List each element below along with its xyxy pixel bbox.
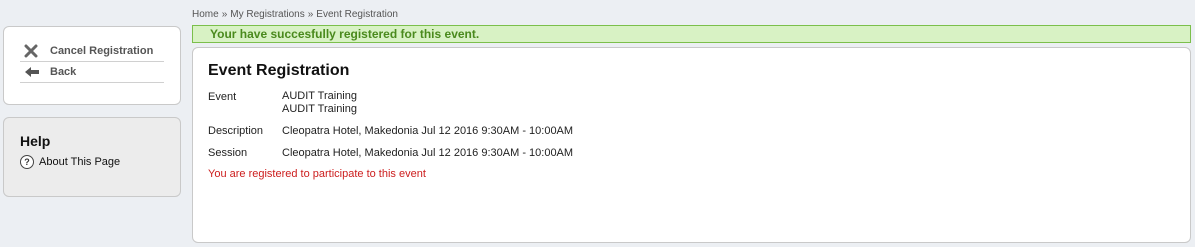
event-value-line: AUDIT Training	[282, 103, 357, 115]
session-value: Cleopatra Hotel, Makedonia Jul 12 2016 9…	[282, 147, 574, 159]
question-icon: ?	[20, 155, 34, 169]
description-label: Description	[208, 125, 264, 137]
success-banner: Your have succesfully registered for thi…	[192, 25, 1191, 43]
breadcrumb-separator: »	[221, 9, 228, 20]
actions-panel: Cancel Registration Back	[3, 26, 181, 105]
cancel-registration-button[interactable]: Cancel Registration	[20, 41, 164, 62]
breadcrumb-current: Event Registration	[316, 9, 398, 20]
back-button[interactable]: Back	[20, 62, 164, 83]
event-label: Event	[208, 91, 237, 103]
page-title: Event Registration	[208, 62, 350, 79]
breadcrumb-my-registrations-link[interactable]: My Registrations	[230, 9, 304, 20]
event-value: AUDIT Training AUDIT Training	[282, 90, 357, 116]
breadcrumb-separator: »	[307, 9, 314, 20]
breadcrumb: Home» My Registrations» Event Registration	[192, 9, 398, 20]
session-row: Session Cleopatra Hotel, Makedonia Jul 1…	[208, 146, 1175, 160]
registration-status-message: You are registered to participate to thi…	[208, 168, 426, 180]
breadcrumb-home-link[interactable]: Home	[192, 9, 219, 20]
session-label: Session	[208, 147, 248, 159]
event-registration-panel: Event Registration Event AUDIT Training …	[192, 47, 1191, 243]
help-panel: Help ? About This Page	[3, 117, 181, 197]
cancel-registration-label: Cancel Registration	[50, 45, 154, 57]
about-this-page-label: About This Page	[39, 156, 121, 168]
arrow-left-icon	[24, 64, 44, 80]
about-this-page-link[interactable]: ? About This Page	[20, 155, 164, 169]
event-value-line: AUDIT Training	[282, 90, 357, 102]
back-label: Back	[50, 66, 77, 78]
event-row: Event AUDIT Training AUDIT Training	[208, 90, 1175, 116]
description-row: Description Cleopatra Hotel, Makedonia J…	[208, 124, 1175, 138]
description-value: Cleopatra Hotel, Makedonia Jul 12 2016 9…	[282, 125, 574, 137]
help-title: Help	[20, 133, 51, 149]
close-icon	[24, 43, 44, 59]
